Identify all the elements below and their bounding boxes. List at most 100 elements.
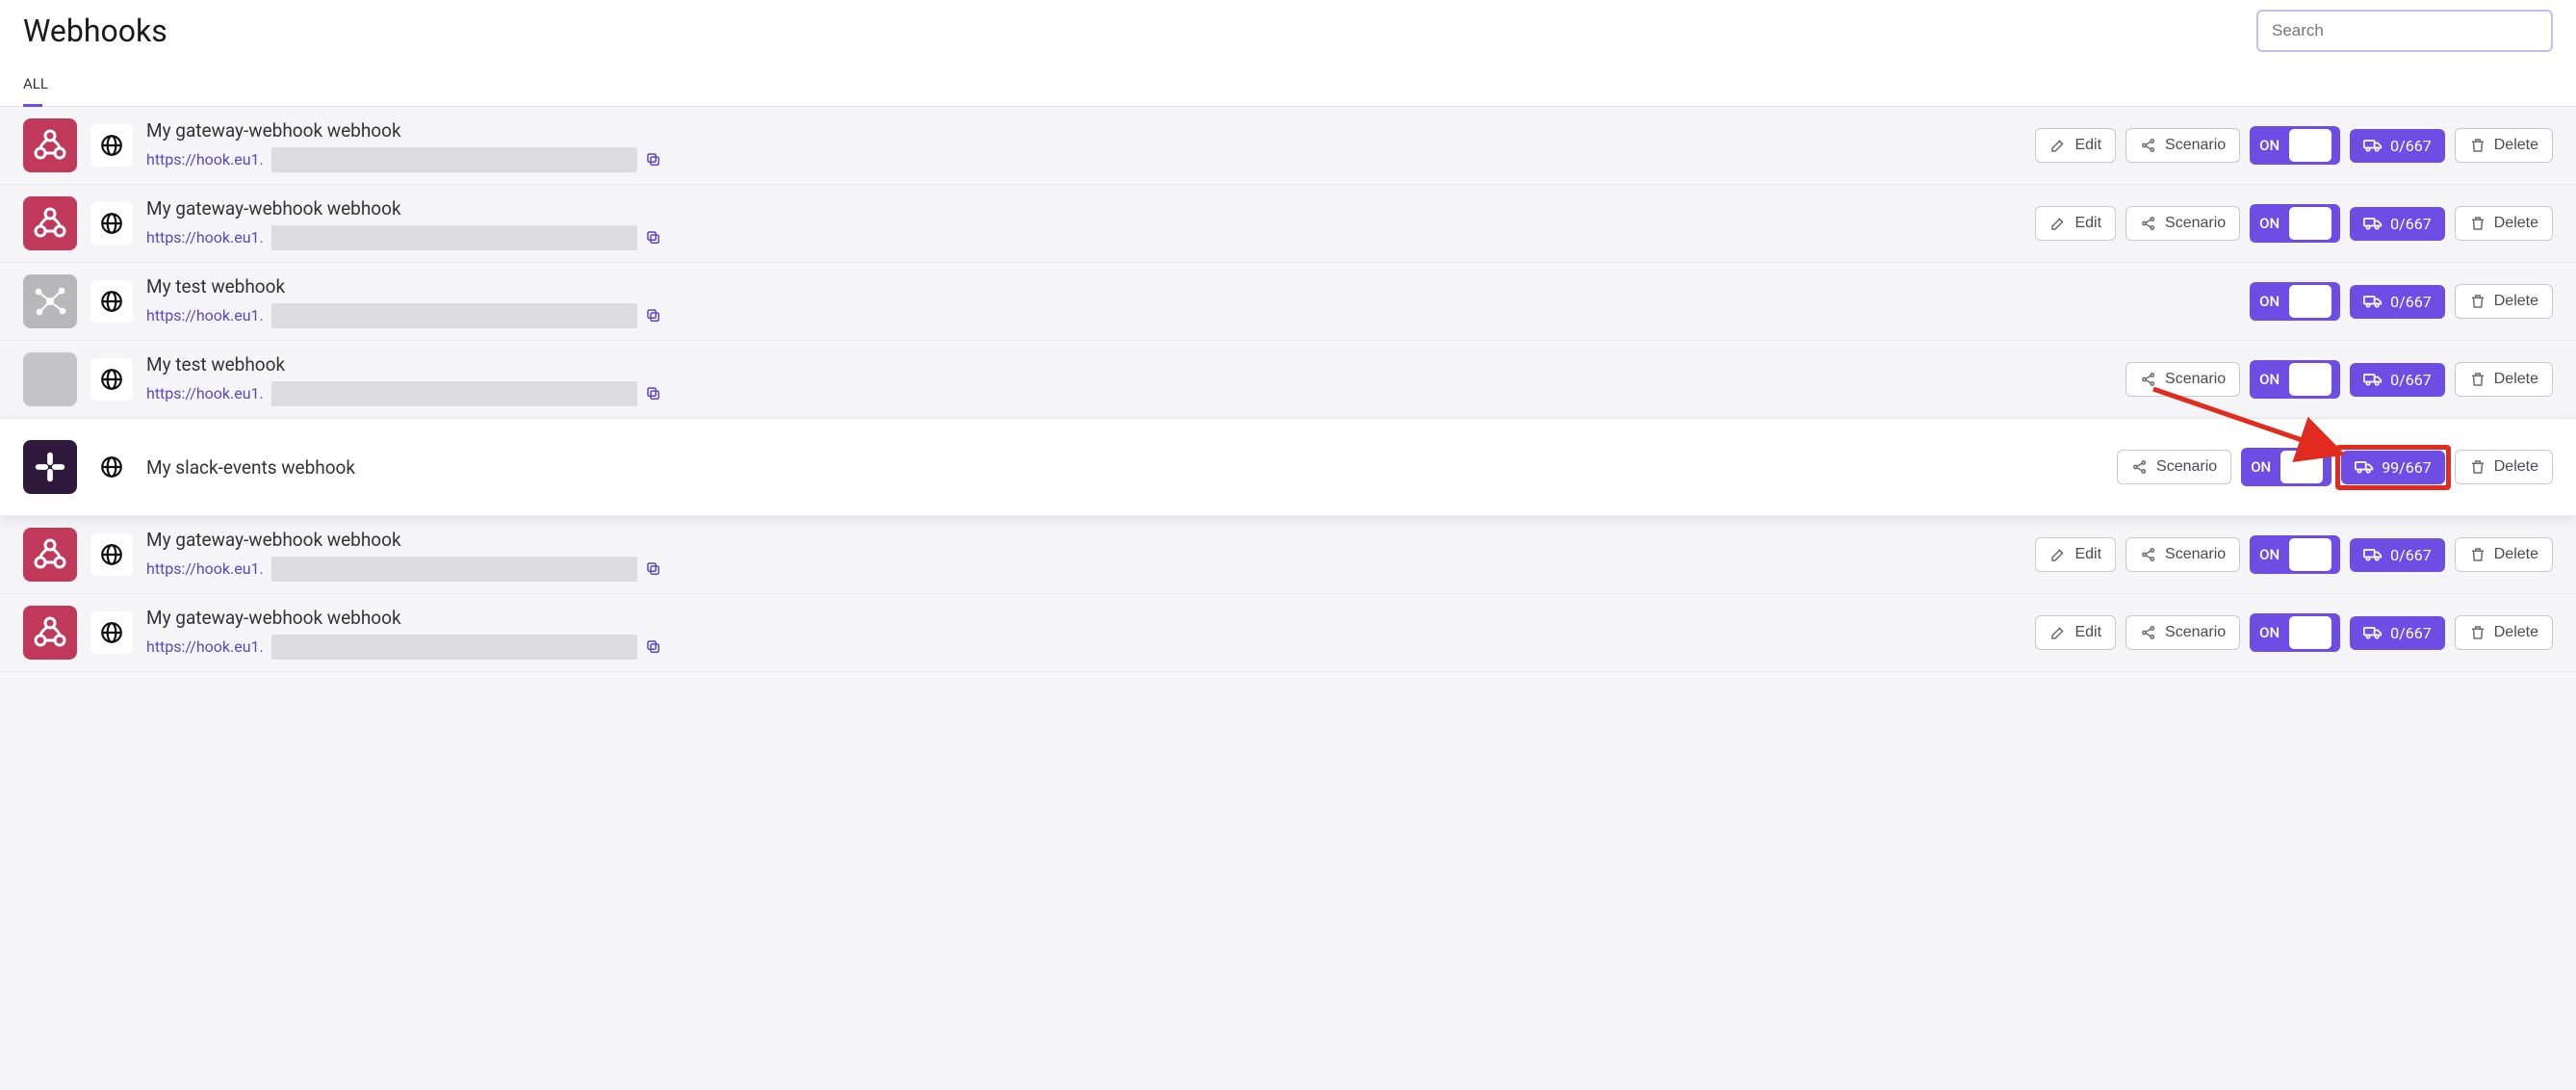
scenario-label: Scenario [2156, 458, 2217, 476]
webhook-main: My gateway-webhook webhook https://hook.e… [146, 607, 2022, 660]
webhook-actions: Edit Scenario ON 0/667 Delete [2035, 204, 2553, 243]
copy-url-icon[interactable] [645, 151, 662, 169]
queue-count: 0/667 [2390, 624, 2432, 642]
webhook-app-icon [23, 606, 77, 660]
webhooks-list: My gateway-webhook webhook https://hook.e… [0, 107, 2576, 672]
queue-count: 0/667 [2390, 137, 2432, 155]
webhook-app-icon [23, 196, 77, 250]
copy-url-icon[interactable] [645, 560, 662, 578]
webhook-url-prefix[interactable]: https://hook.eu1. [146, 384, 264, 402]
webhook-url-prefix[interactable]: https://hook.eu1. [146, 150, 264, 169]
delete-label: Delete [2494, 293, 2538, 310]
queue-button[interactable]: 0/667 [2350, 285, 2445, 319]
webhook-app-icon [23, 274, 77, 328]
delete-button[interactable]: Delete [2455, 128, 2553, 163]
scenario-button[interactable]: Scenario [2125, 206, 2240, 241]
queue-button[interactable]: 99/667 [2341, 451, 2445, 484]
toggle-on-label: ON [2252, 624, 2289, 641]
copy-url-icon[interactable] [645, 638, 662, 656]
toggle-knob [2289, 363, 2331, 396]
webhook-actions: Scenario ON 99/667 Delete [2117, 448, 2553, 486]
delete-label: Delete [2494, 624, 2538, 641]
delete-button[interactable]: Delete [2455, 537, 2553, 572]
webhook-row: My gateway-webhook webhookhttps://hook.e… [0, 516, 2576, 594]
globe-icon [90, 280, 133, 323]
copy-url-icon[interactable] [645, 229, 662, 247]
truck-icon [2363, 371, 2383, 388]
scenario-button[interactable]: Scenario [2125, 128, 2240, 163]
queue-button[interactable]: 0/667 [2350, 363, 2445, 397]
webhook-url-prefix[interactable]: https://hook.eu1. [146, 228, 264, 247]
toggle-on-label: ON [2252, 371, 2289, 388]
webhook-url-line: https://hook.eu1. [146, 147, 2022, 172]
page-header: Webhooks ALL [0, 0, 2576, 107]
globe-icon [90, 202, 133, 245]
webhook-title: My test webhook [146, 275, 2236, 298]
globe-icon [90, 446, 133, 488]
toggle-on-label: ON [2243, 458, 2280, 476]
scenario-label: Scenario [2165, 215, 2226, 232]
page-title: Webhooks [23, 13, 167, 49]
delete-button[interactable]: Delete [2455, 284, 2553, 319]
edit-label: Edit [2074, 137, 2101, 154]
webhook-url-line: https://hook.eu1. [146, 635, 2022, 660]
webhook-app-icon [23, 440, 77, 494]
webhook-url-masked [271, 303, 637, 328]
enable-toggle[interactable]: ON [2250, 535, 2340, 574]
edit-button[interactable]: Edit [2035, 206, 2116, 241]
queue-button[interactable]: 0/667 [2350, 538, 2445, 572]
edit-label: Edit [2074, 546, 2101, 563]
search-input[interactable] [2260, 13, 2549, 48]
queue-count: 0/667 [2390, 546, 2432, 564]
webhook-row: My test webhookhttps://hook.eu1. Scenari… [0, 341, 2576, 419]
webhook-main: My gateway-webhook webhookhttps://hook.e… [146, 119, 2022, 172]
delete-button[interactable]: Delete [2455, 206, 2553, 241]
webhook-url-prefix[interactable]: https://hook.eu1. [146, 559, 264, 578]
truck-icon [2355, 458, 2374, 476]
enable-toggle[interactable]: ON [2250, 204, 2340, 243]
delete-label: Delete [2494, 137, 2538, 154]
queue-button[interactable]: 0/667 [2350, 616, 2445, 650]
scenario-label: Scenario [2165, 546, 2226, 563]
toggle-on-label: ON [2252, 293, 2289, 310]
truck-icon [2363, 624, 2383, 641]
webhook-url-prefix[interactable]: https://hook.eu1. [146, 306, 264, 324]
scenario-button[interactable]: Scenario [2125, 615, 2240, 650]
toggle-on-label: ON [2252, 215, 2289, 232]
enable-toggle[interactable]: ON [2241, 448, 2331, 486]
scenario-button[interactable]: Scenario [2125, 537, 2240, 572]
edit-button[interactable]: Edit [2035, 128, 2116, 163]
copy-url-icon[interactable] [645, 385, 662, 402]
globe-icon [90, 124, 133, 167]
webhook-app-icon [23, 118, 77, 172]
toggle-knob [2289, 129, 2331, 162]
webhook-url-masked [271, 381, 637, 406]
enable-toggle[interactable]: ON [2250, 613, 2340, 652]
delete-button[interactable]: Delete [2455, 362, 2553, 397]
enable-toggle[interactable]: ON [2250, 360, 2340, 399]
delete-button[interactable]: Delete [2455, 450, 2553, 484]
queue-button[interactable]: 0/667 [2350, 207, 2445, 241]
globe-icon [90, 358, 133, 401]
webhook-url-line: https://hook.eu1. [146, 225, 2022, 250]
webhook-row: My gateway-webhook webhook https://hook.e… [0, 185, 2576, 263]
webhook-title: My gateway-webhook webhook [146, 197, 2022, 220]
webhook-url-line: https://hook.eu1. [146, 381, 2112, 406]
edit-button[interactable]: Edit [2035, 615, 2116, 650]
scenario-button[interactable]: Scenario [2117, 450, 2231, 484]
truck-icon [2363, 137, 2383, 154]
scenario-button[interactable]: Scenario [2125, 362, 2240, 397]
queue-button[interactable]: 0/667 [2350, 129, 2445, 163]
webhook-title: My gateway-webhook webhook [146, 607, 2022, 629]
copy-url-icon[interactable] [645, 307, 662, 324]
delete-button[interactable]: Delete [2455, 615, 2553, 650]
edit-button[interactable]: Edit [2035, 537, 2116, 572]
truck-icon [2363, 215, 2383, 232]
tab-all[interactable]: ALL [23, 69, 48, 106]
webhook-url-line: https://hook.eu1. [146, 557, 2022, 582]
webhook-actions: Edit Scenario ON 0/667 Delete [2035, 126, 2553, 165]
enable-toggle[interactable]: ON [2250, 126, 2340, 165]
truck-icon [2363, 546, 2383, 563]
webhook-url-prefix[interactable]: https://hook.eu1. [146, 637, 264, 656]
enable-toggle[interactable]: ON [2250, 282, 2340, 321]
